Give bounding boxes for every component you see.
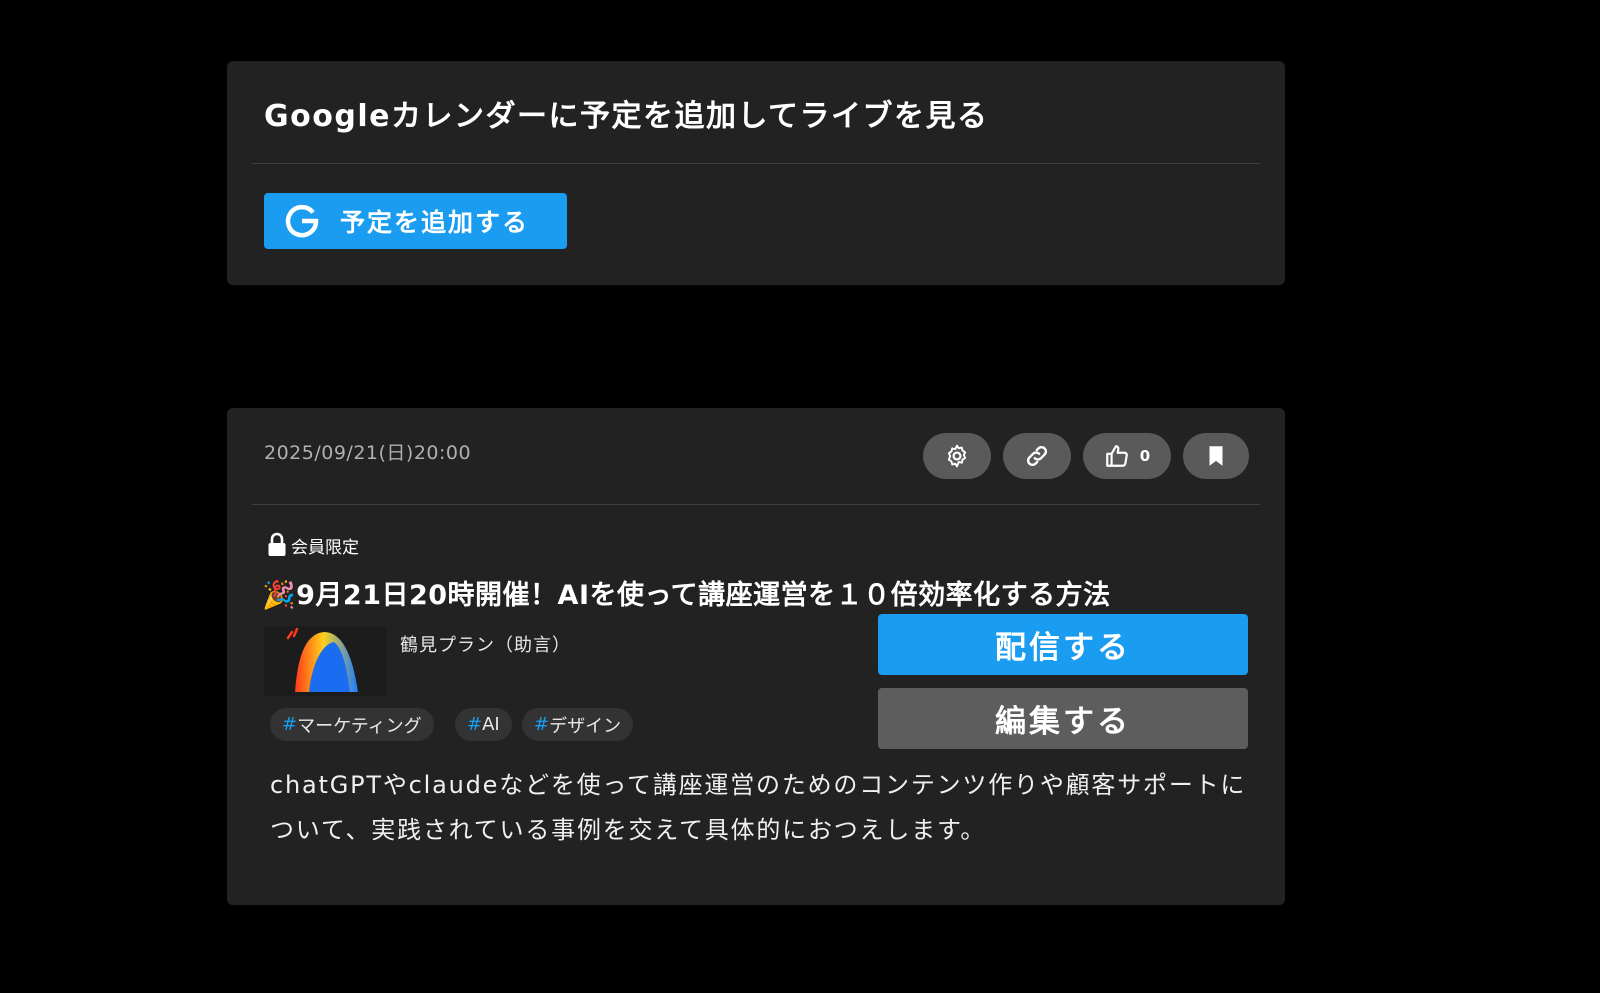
plan-name: 鶴見プラン（助言） <box>400 635 571 656</box>
tag-ai[interactable]: # AI <box>455 708 512 741</box>
gear-icon <box>947 444 967 468</box>
add-to-calendar-button[interactable]: 予定を追加する <box>264 193 567 249</box>
divider <box>252 504 1260 505</box>
lock-icon <box>268 532 286 556</box>
add-to-calendar-label: 予定を追加する <box>340 208 530 237</box>
settings-button[interactable] <box>923 433 991 479</box>
plan-thumbnail <box>264 626 387 696</box>
tag-design[interactable]: # デザイン <box>522 708 634 741</box>
bell-image <box>286 627 358 692</box>
event-description: chatGPTやclaudeなどを使って講座運営のためのコンテンツ作りや顧客サポ… <box>270 771 1247 844</box>
event-title: 🎉9月21日20時開催！AIを使って講座運営を１０倍効率化する方法 <box>262 580 1111 611</box>
like-count: 0 <box>1139 447 1151 465</box>
members-only-badge: 会員限定 <box>267 532 359 558</box>
tag-marketing[interactable]: # マーケティング <box>270 708 434 741</box>
bookmark-button[interactable] <box>1183 433 1249 479</box>
bookmark-icon <box>1209 446 1223 466</box>
event-date: 2025/09/21(日)20:00 <box>264 442 472 464</box>
calendar-card-title: Googleカレンダーに予定を追加してライブを見る <box>264 99 989 134</box>
members-only-label: 会員限定 <box>291 538 359 558</box>
thumbs-up-icon <box>1105 445 1128 467</box>
like-button[interactable]: 0 <box>1083 433 1171 479</box>
event-card: 2025/09/21(日)20:00 0 会員限定 🎉9月21日20時開催！AI… <box>227 408 1285 905</box>
edit-button[interactable]: 編集する <box>878 688 1248 749</box>
divider <box>252 163 1260 164</box>
stream-button[interactable]: 配信する <box>878 614 1248 675</box>
link-icon <box>1026 445 1048 467</box>
copy-link-button[interactable] <box>1003 433 1071 479</box>
calendar-card: Googleカレンダーに予定を追加してライブを見る 予定を追加する <box>227 61 1285 285</box>
google-g-icon <box>285 204 319 238</box>
